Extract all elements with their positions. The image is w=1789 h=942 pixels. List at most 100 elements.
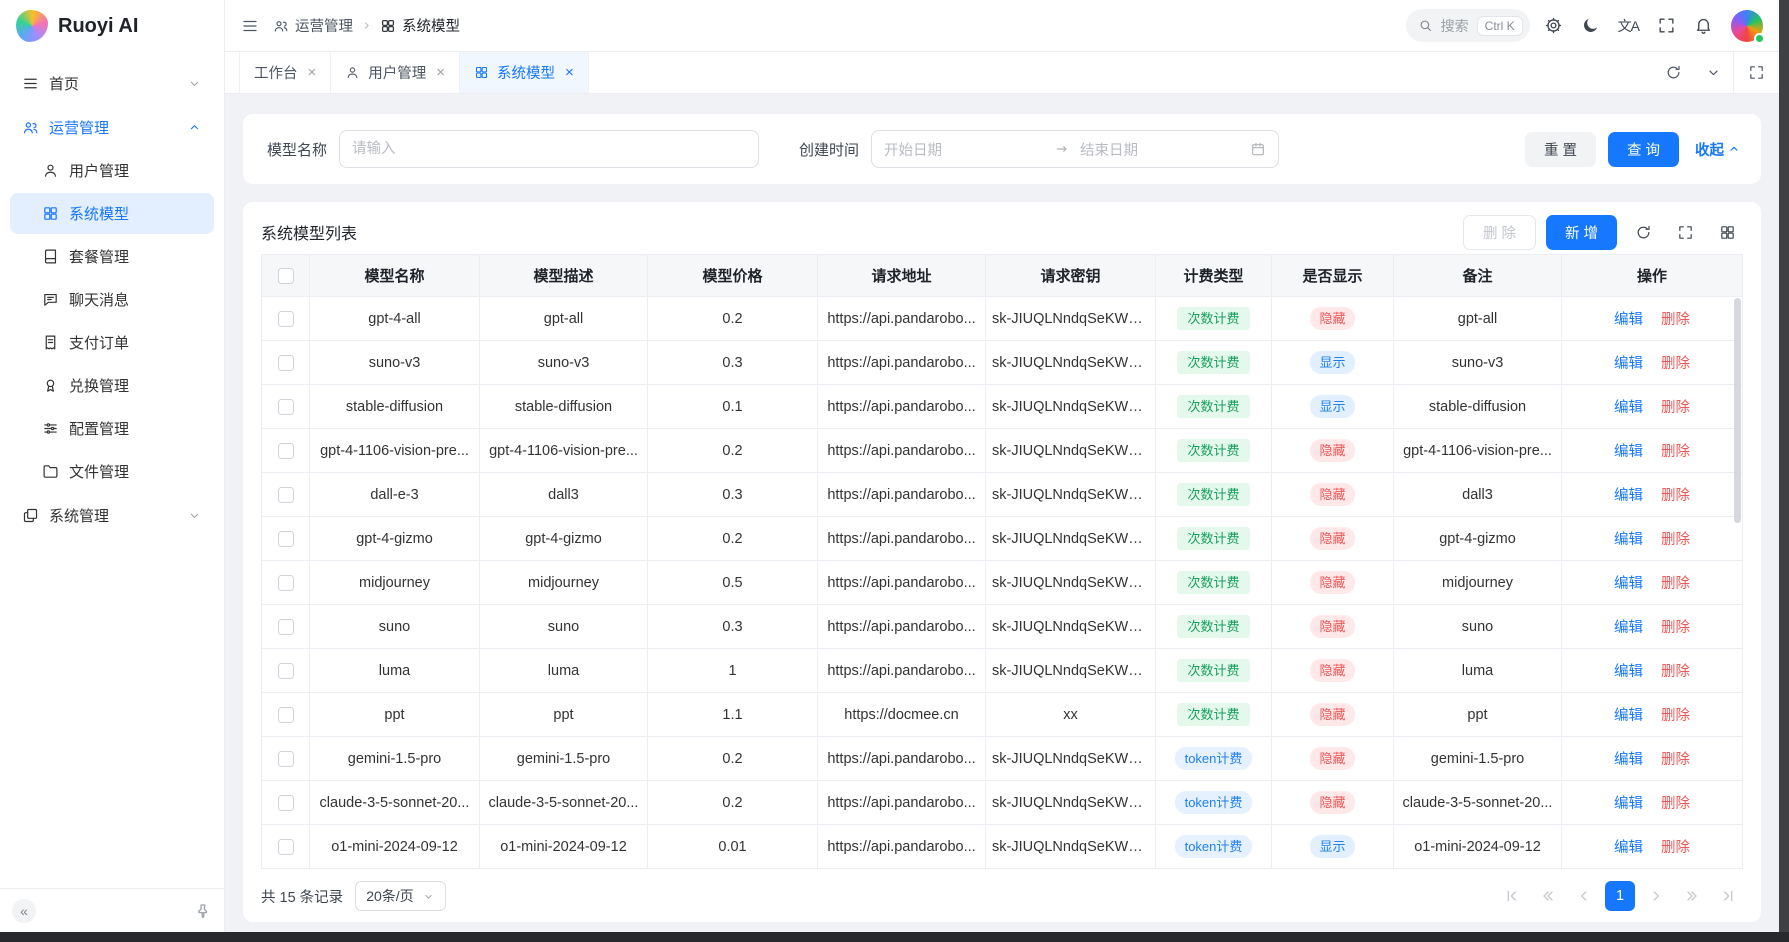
global-search[interactable]: 搜索 Ctrl K	[1406, 9, 1530, 42]
row-checkbox[interactable]	[278, 575, 294, 591]
pin-icon[interactable]	[194, 902, 212, 920]
sidebar-toggle-icon[interactable]	[241, 17, 259, 35]
edit-link[interactable]: 编辑	[1614, 444, 1643, 460]
cell-model-price: 0.3	[648, 473, 818, 517]
sidebar-item-system-management[interactable]: 系统管理	[10, 494, 214, 536]
row-checkbox[interactable]	[278, 531, 294, 547]
edit-link[interactable]: 编辑	[1614, 400, 1643, 416]
model-name-input[interactable]	[339, 130, 759, 168]
tabbar-spacer	[589, 52, 1653, 93]
sidebar-item-operations[interactable]: 运营管理	[10, 106, 214, 148]
delete-link[interactable]: 删除	[1661, 620, 1690, 636]
delete-link[interactable]: 删除	[1661, 532, 1690, 548]
close-tab-icon[interactable]: ×	[565, 65, 574, 80]
row-checkbox[interactable]	[278, 399, 294, 415]
delete-link[interactable]: 删除	[1661, 444, 1690, 460]
sidebar-item-chat-messages[interactable]: 聊天消息	[10, 279, 214, 320]
edit-link[interactable]: 编辑	[1614, 488, 1643, 504]
row-checkbox[interactable]	[278, 487, 294, 503]
edit-link[interactable]: 编辑	[1614, 840, 1643, 856]
delete-link[interactable]: 删除	[1661, 840, 1690, 856]
sidebar-item-config-management[interactable]: 配置管理	[10, 408, 214, 449]
content-fullscreen-button[interactable]	[1733, 52, 1779, 93]
delete-link[interactable]: 删除	[1661, 356, 1690, 372]
delete-link[interactable]: 删除	[1661, 796, 1690, 812]
row-checkbox[interactable]	[278, 707, 294, 723]
edit-link[interactable]: 编辑	[1614, 620, 1643, 636]
refresh-page-button[interactable]	[1653, 52, 1693, 93]
sidebar-item-file-management[interactable]: 文件管理	[10, 451, 214, 492]
sidebar-item-system-models[interactable]: 系统模型	[10, 193, 214, 234]
delete-link[interactable]: 删除	[1661, 708, 1690, 724]
close-tab-icon[interactable]: ×	[308, 65, 317, 80]
settings-gear-icon[interactable]	[1544, 16, 1563, 35]
translate-icon[interactable]: 文A	[1618, 16, 1639, 36]
user-avatar[interactable]	[1731, 10, 1763, 42]
tab-user-management[interactable]: 用户管理 ×	[331, 52, 460, 93]
sidebar-collapse-button[interactable]: «	[12, 899, 36, 923]
breadcrumb-item-operations[interactable]: 运营管理	[273, 15, 353, 36]
tab-list-dropdown-button[interactable]	[1693, 52, 1733, 93]
edit-link[interactable]: 编辑	[1614, 664, 1643, 680]
breadcrumb: 运营管理 系统模型	[273, 15, 460, 36]
dark-mode-moon-icon[interactable]	[1581, 16, 1600, 35]
edit-link[interactable]: 编辑	[1614, 796, 1643, 812]
row-checkbox[interactable]	[278, 355, 294, 371]
column-settings-button[interactable]	[1711, 216, 1743, 248]
edit-link[interactable]: 编辑	[1614, 708, 1643, 724]
delete-link[interactable]: 删除	[1661, 400, 1690, 416]
cell-request-key: sk-JIUQLNndqSeKWU...	[986, 737, 1156, 781]
edit-link[interactable]: 编辑	[1614, 532, 1643, 548]
fullscreen-icon[interactable]	[1657, 16, 1676, 35]
sidebar-item-redeem-management[interactable]: 兑换管理	[10, 365, 214, 406]
jump-forward-button[interactable]	[1677, 881, 1707, 911]
next-page-button[interactable]	[1641, 881, 1671, 911]
collapse-filter-link[interactable]: 收起	[1695, 139, 1741, 160]
tab-system-models[interactable]: 系统模型 ×	[460, 52, 589, 93]
first-page-button[interactable]	[1497, 881, 1527, 911]
select-all-checkbox[interactable]	[278, 268, 294, 284]
row-checkbox[interactable]	[278, 443, 294, 459]
delete-link[interactable]: 删除	[1661, 488, 1690, 504]
billing-type-badge: 次数计费	[1177, 615, 1249, 638]
delete-button[interactable]: 删 除	[1463, 215, 1536, 250]
edit-link[interactable]: 编辑	[1614, 356, 1643, 372]
edit-link[interactable]: 编辑	[1614, 752, 1643, 768]
table-scrollbar[interactable]	[1734, 298, 1741, 523]
delete-link[interactable]: 删除	[1661, 312, 1690, 328]
refresh-table-button[interactable]	[1627, 216, 1659, 248]
row-checkbox[interactable]	[278, 839, 294, 855]
last-page-button[interactable]	[1713, 881, 1743, 911]
row-checkbox[interactable]	[278, 751, 294, 767]
page-1-button[interactable]: 1	[1605, 881, 1635, 911]
table-fullscreen-button[interactable]	[1669, 216, 1701, 248]
breadcrumb-item-system-models[interactable]: 系统模型	[380, 15, 460, 36]
close-tab-icon[interactable]: ×	[436, 65, 445, 80]
row-checkbox[interactable]	[278, 311, 294, 327]
edit-link[interactable]: 编辑	[1614, 312, 1643, 328]
sidebar-item-package-management[interactable]: 套餐管理	[10, 236, 214, 277]
cell-visibility: 隐藏	[1272, 693, 1394, 737]
date-range-picker[interactable]: 开始日期 结束日期	[871, 130, 1279, 168]
billing-type-badge: 次数计费	[1177, 395, 1249, 418]
sidebar-item-payment-orders[interactable]: 支付订单	[10, 322, 214, 363]
row-checkbox[interactable]	[278, 663, 294, 679]
edit-link[interactable]: 编辑	[1614, 576, 1643, 592]
jump-back-button[interactable]	[1533, 881, 1563, 911]
add-button[interactable]: 新 增	[1546, 215, 1617, 250]
reset-button[interactable]: 重 置	[1525, 132, 1596, 167]
delete-link[interactable]: 删除	[1661, 576, 1690, 592]
prev-page-button[interactable]	[1569, 881, 1599, 911]
row-checkbox[interactable]	[278, 619, 294, 635]
notifications-bell-icon[interactable]	[1694, 16, 1713, 35]
sidebar-item-home[interactable]: 首页	[10, 62, 214, 104]
page-size-select[interactable]: 20条/页	[355, 881, 445, 911]
delete-link[interactable]: 删除	[1661, 664, 1690, 680]
sidebar-item-user-management[interactable]: 用户管理	[10, 150, 214, 191]
query-button[interactable]: 查 询	[1608, 132, 1679, 167]
cell-model-desc: midjourney	[480, 561, 648, 605]
browser-scrollbar[interactable]	[1779, 0, 1789, 932]
delete-link[interactable]: 删除	[1661, 752, 1690, 768]
tab-workbench[interactable]: 工作台 ×	[239, 52, 331, 93]
row-checkbox[interactable]	[278, 795, 294, 811]
